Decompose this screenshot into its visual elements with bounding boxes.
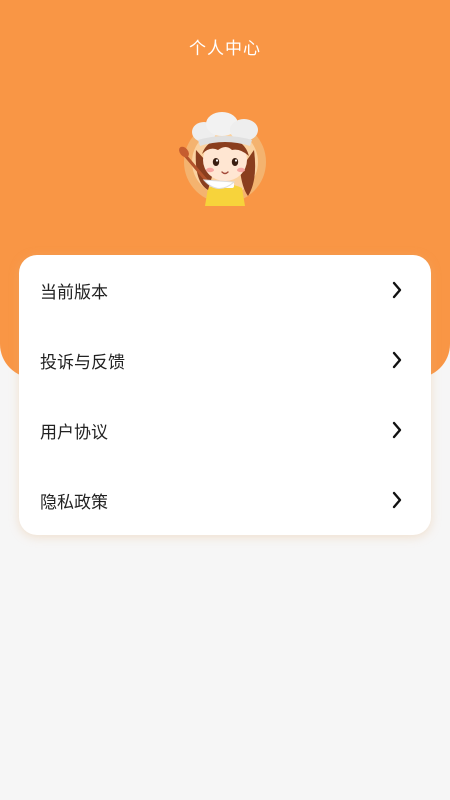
menu-item-privacy-policy[interactable]: 隐私政策	[19, 465, 431, 535]
menu-item-label: 隐私政策	[40, 492, 108, 513]
chevron-right-icon	[392, 491, 402, 509]
menu-item-user-agreement[interactable]: 用户协议	[19, 395, 431, 465]
settings-menu-card: 当前版本 投诉与反馈 用户协议 隐私政策	[19, 255, 431, 535]
menu-item-label: 用户协议	[40, 422, 108, 443]
chevron-right-icon	[392, 281, 402, 299]
menu-item-label: 投诉与反馈	[40, 352, 125, 373]
menu-item-label: 当前版本	[40, 282, 108, 303]
menu-item-current-version[interactable]: 当前版本	[19, 255, 431, 325]
chevron-right-icon	[392, 421, 402, 439]
page-title: 个人中心	[189, 39, 261, 59]
chef-avatar-icon	[179, 112, 266, 206]
chevron-right-icon	[392, 351, 402, 369]
menu-item-complaint-feedback[interactable]: 投诉与反馈	[19, 325, 431, 395]
